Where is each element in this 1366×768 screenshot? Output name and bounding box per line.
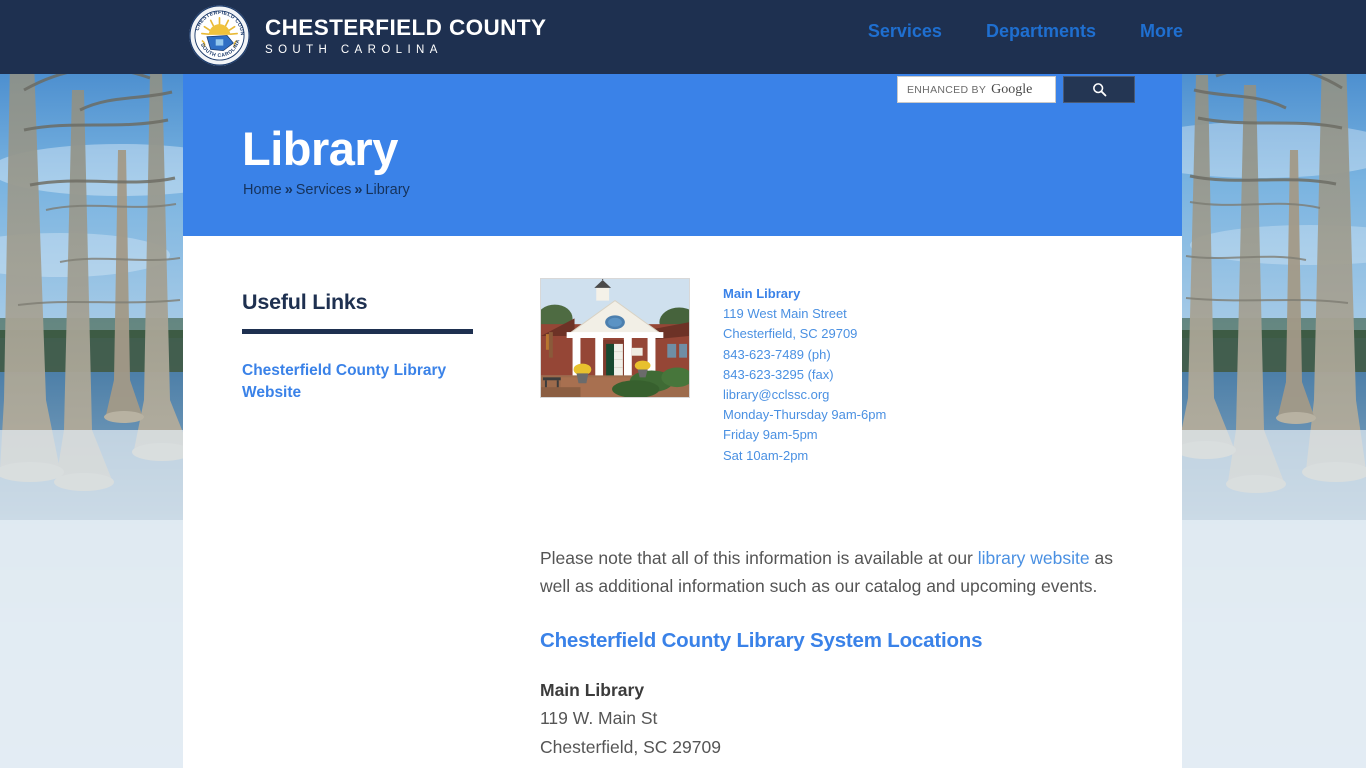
contact-email-link[interactable]: library@cclssc.org [723,387,829,402]
nav-item-more[interactable]: More [1140,21,1183,42]
contact-name: Main Library [723,286,801,301]
breadcrumb-separator: » [284,182,293,198]
site-header: CHESTERFIELD COUNTY SOUTH CAROLINA CHEST… [0,0,1366,74]
nav-item-services[interactable]: Services [868,21,942,42]
contact-hours-saturday: Sat 10am-2pm [723,447,809,463]
library-website-link[interactable]: library website [978,548,1090,568]
county-seal-icon: CHESTERFIELD COUNTY SOUTH CAROLINA [188,4,250,66]
search-button[interactable] [1063,76,1135,103]
contact-hours-friday: Friday 9am-5pm [723,427,818,443]
page-banner: ENHANCED BY Google Library Home» Services… [183,74,1182,236]
page-title: Library [242,122,398,175]
location-name: Main Library [540,679,645,700]
sidebar-heading: Useful Links [242,290,368,314]
intro-paragraph: Please note that all of this information… [540,544,1140,601]
contact-hours-weekday: Monday-Thursday 9am-6pm [723,407,887,423]
nav-item-departments[interactable]: Departments [986,21,1096,42]
content-card: Useful Links Chesterfield County Library… [183,236,1182,768]
breadcrumb-home[interactable]: Home [243,182,282,198]
main-content: Main Library 119 West Main Street Cheste… [540,278,1140,768]
breadcrumb-current: Library [365,182,410,198]
sidebar-link-library-website[interactable]: Chesterfield County Library Website [242,360,474,404]
breadcrumb-services[interactable]: Services [296,182,352,198]
contact-address-line1: 119 West Main Street [723,306,847,322]
search-placeholder-brand: Google [991,81,1033,97]
useful-links-sidebar: Useful Links Chesterfield County Library… [242,290,474,404]
breadcrumb-separator: » [354,182,363,198]
brand-title: CHESTERFIELD COUNTY [265,15,547,40]
google-search-widget: ENHANCED BY Google [897,76,1135,103]
breadcrumb: Home» Services» Library [243,182,410,198]
location-phone: 843-623-7489 (ph) [540,761,1140,768]
contact-address-line2: Chesterfield, SC 29709 [723,326,858,342]
paragraph-text-part1: Please note that all of this information… [540,547,978,568]
sidebar-divider [242,329,473,334]
location-address-line1: 119 W. Main St [540,708,658,729]
site-brand[interactable]: CHESTERFIELD COUNTY SOUTH CAROLINA CHEST… [188,4,546,67]
location-entry: Main Library 119 W. Main St Chesterfield… [540,676,1140,768]
contact-phone: 843-623-7489 (ph) [723,346,831,362]
library-contact-block: Main Library 119 West Main Street Cheste… [723,278,886,466]
main-navigation: Services Departments More [868,21,1183,42]
search-icon [1092,83,1106,97]
page-root: CHESTERFIELD COUNTY SOUTH CAROLINA CHEST… [0,0,1366,768]
contact-fax: 843-623-3295 (fax) [723,366,834,382]
search-input[interactable]: ENHANCED BY Google [897,76,1056,103]
search-placeholder-enhanced: ENHANCED BY [907,83,987,96]
brand-subtitle: SOUTH CAROLINA [265,43,443,56]
library-info-row: Main Library 119 West Main Street Cheste… [540,278,1140,466]
locations-heading: Chesterfield County Library System Locat… [540,628,983,652]
location-address-line2: Chesterfield, SC 29709 [540,736,721,757]
library-building-photo [540,278,690,398]
